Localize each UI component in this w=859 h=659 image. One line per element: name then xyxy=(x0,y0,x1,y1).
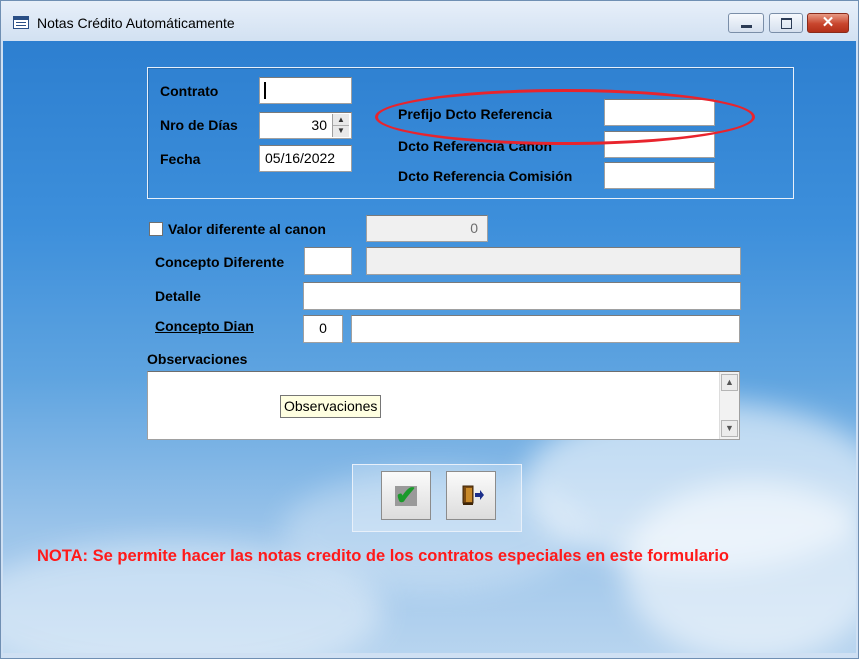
checkmark-icon: ✔ xyxy=(395,480,417,510)
valor-diferente-label[interactable]: Valor diferente al canon xyxy=(168,221,326,237)
concepto-dian-desc-input[interactable] xyxy=(351,315,740,343)
dcto-comision-input[interactable] xyxy=(604,162,715,189)
app-window: Notas Crédito Automáticamente ✕ Contrato… xyxy=(0,0,859,659)
maximize-icon xyxy=(781,18,792,29)
maximize-button[interactable] xyxy=(769,13,803,33)
observaciones-tooltip: Observaciones xyxy=(280,395,382,418)
concepto-dian-link[interactable]: Concepto Dian xyxy=(155,318,254,334)
annotation-ellipse xyxy=(375,89,755,145)
minimize-icon xyxy=(741,25,752,28)
concepto-diferente-desc-input[interactable] xyxy=(366,247,741,275)
exit-button[interactable] xyxy=(446,471,496,520)
accept-button[interactable]: ✔ xyxy=(381,471,431,520)
button-group-frame xyxy=(352,464,522,532)
close-button[interactable]: ✕ xyxy=(807,13,849,33)
observaciones-label: Observaciones xyxy=(147,351,248,367)
detalle-label: Detalle xyxy=(155,288,201,304)
nro-dias-label: Nro de Días xyxy=(160,117,238,133)
contrato-input[interactable] xyxy=(259,77,352,104)
nro-dias-spinner[interactable]: ▲ ▼ xyxy=(332,114,349,137)
spin-down-icon[interactable]: ▼ xyxy=(333,125,349,137)
scroll-down-icon[interactable]: ▼ xyxy=(721,420,738,437)
title-bar[interactable]: Notas Crédito Automáticamente ✕ xyxy=(1,1,858,41)
observaciones-textarea[interactable]: ▲ ▼ xyxy=(147,371,740,440)
concepto-dian-code-input[interactable]: 0 xyxy=(303,315,343,343)
minimize-button[interactable] xyxy=(728,13,764,33)
dcto-comision-label: Dcto Referencia Comisión xyxy=(398,168,573,184)
close-icon: ✕ xyxy=(821,14,835,31)
detalle-input[interactable] xyxy=(303,282,741,310)
concepto-diferente-code-input[interactable] xyxy=(304,247,352,275)
nota-message: NOTA: Se permite hacer las notas credito… xyxy=(37,547,730,565)
window-title: Notas Crédito Automáticamente xyxy=(37,15,235,31)
contrato-label: Contrato xyxy=(160,83,219,99)
fecha-label: Fecha xyxy=(160,151,201,167)
scroll-up-icon[interactable]: ▲ xyxy=(721,374,738,391)
form-icon xyxy=(13,16,29,29)
valor-diferente-checkbox[interactable] xyxy=(149,222,163,236)
observaciones-scrollbar[interactable]: ▲ ▼ xyxy=(719,372,739,439)
fecha-input[interactable]: 05/16/2022 xyxy=(259,145,352,172)
text-caret xyxy=(264,82,266,99)
exit-door-icon xyxy=(462,485,484,505)
valor-diferente-input[interactable]: 0 xyxy=(366,215,488,242)
concepto-diferente-label: Concepto Diferente xyxy=(155,254,285,270)
